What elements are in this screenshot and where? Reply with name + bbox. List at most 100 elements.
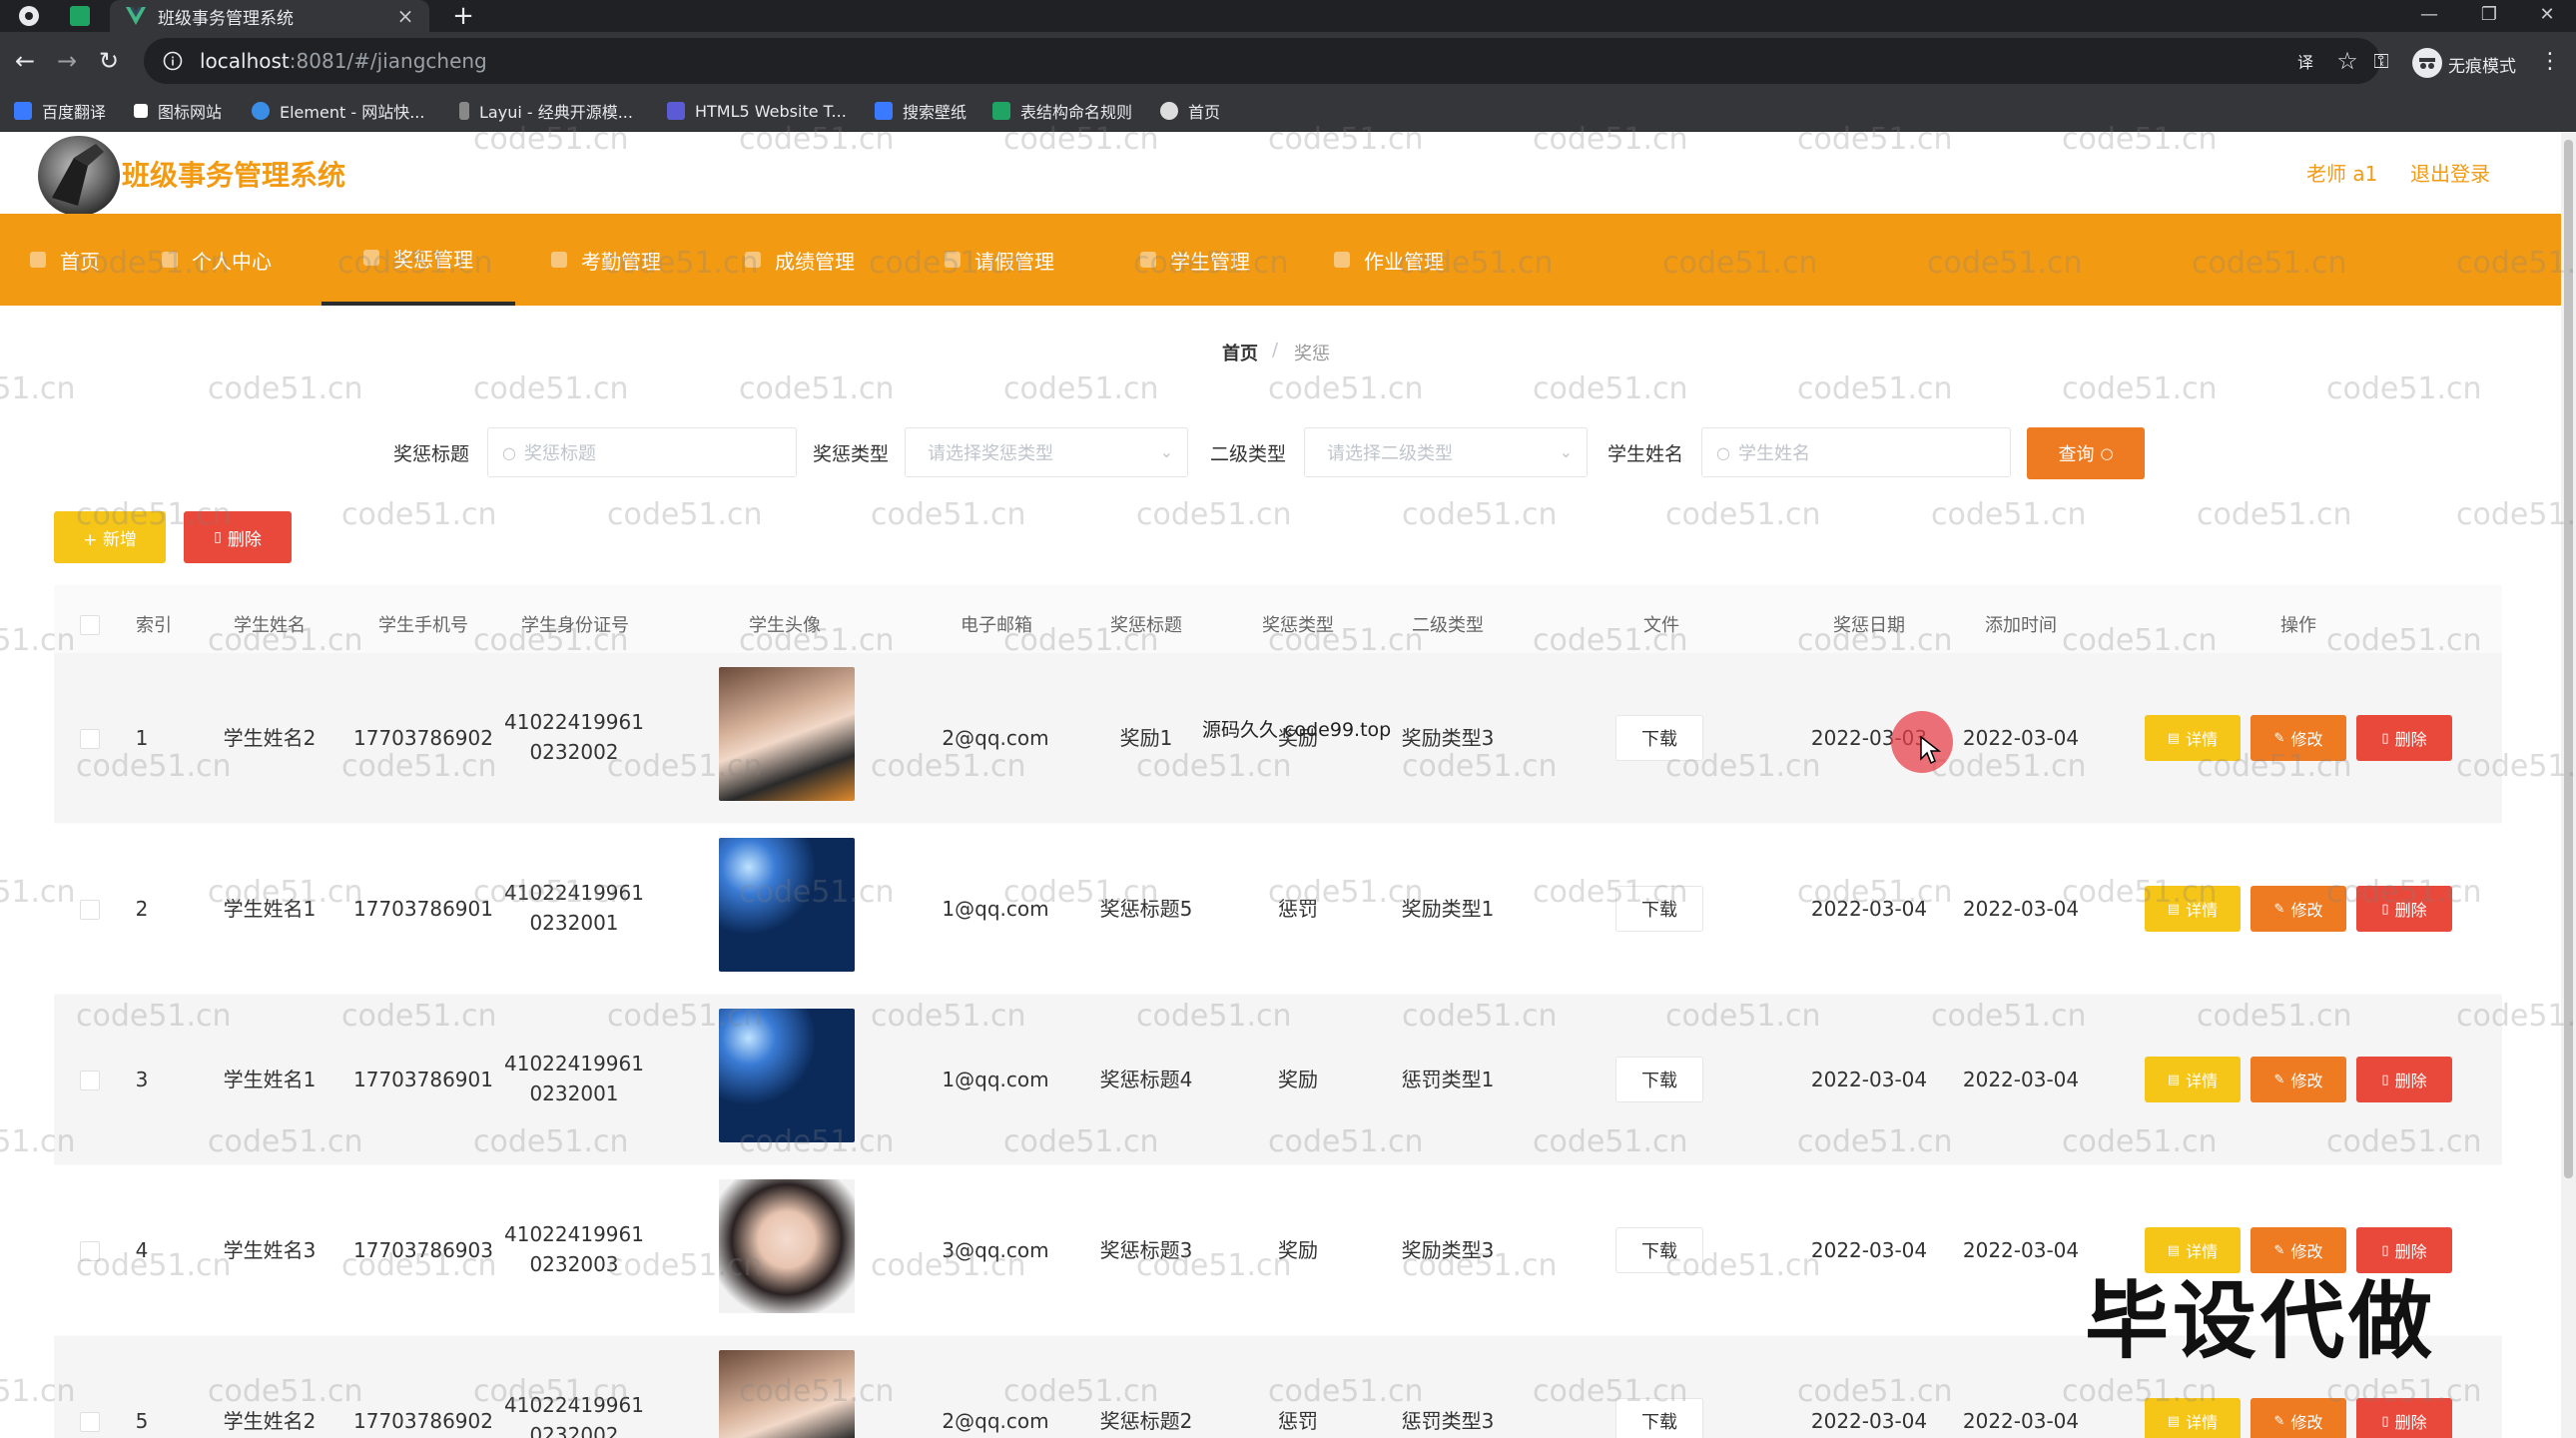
watermark-text: code51.cn xyxy=(739,371,895,406)
incognito-icon[interactable] xyxy=(2412,48,2442,78)
forward-icon[interactable]: → xyxy=(50,44,84,78)
edit-button[interactable]: ✎ 修改 xyxy=(2251,1057,2346,1102)
cell-title: 奖惩标题3 xyxy=(1099,1238,1193,1262)
cell-name: 学生姓名3 xyxy=(223,1238,317,1262)
more-menu-icon[interactable]: ⋮ xyxy=(2539,48,2561,74)
breadcrumb-separator: / xyxy=(1272,340,1279,360)
download-button[interactable]: 下载 xyxy=(1615,1227,1703,1273)
app-header: 班级事务管理系统 老师 a1 退出登录 xyxy=(0,132,2561,216)
scrollbar-thumb[interactable] xyxy=(2564,140,2573,1178)
bookmark-label: 首页 xyxy=(1188,103,1221,122)
th-added: 添加时间 xyxy=(1985,615,2057,636)
breadcrumb-home[interactable]: 首页 xyxy=(1222,340,1258,365)
query-button[interactable]: 查询 ○ xyxy=(2027,427,2145,479)
close-window-button[interactable]: ✕ xyxy=(2518,0,2576,32)
row-checkbox[interactable] xyxy=(80,900,100,920)
back-icon[interactable]: ← xyxy=(8,44,42,78)
add-button[interactable]: + 新增 xyxy=(54,511,166,563)
action-label: 详情 xyxy=(2186,730,2219,749)
bookmark-item[interactable]: 图标网站 xyxy=(134,96,222,126)
logout-link[interactable]: 退出登录 xyxy=(2410,158,2490,187)
tab-close-icon[interactable]: × xyxy=(393,4,417,28)
bookmark-item[interactable]: 表结构命名规则 xyxy=(992,96,1132,126)
filter-subtype-select[interactable]: 请选择二级类型 ⌄ xyxy=(1304,427,1588,477)
bookmark-item[interactable]: Element - 网站快... xyxy=(252,96,424,126)
chart-icon xyxy=(745,252,761,268)
nav-rewards[interactable]: 奖惩管理 xyxy=(322,214,515,306)
edit-button[interactable]: ✎ 修改 xyxy=(2251,715,2346,761)
row-checkbox[interactable] xyxy=(80,729,100,749)
row-delete-button[interactable]: ▯ 删除 xyxy=(2356,886,2452,932)
row-checkbox[interactable] xyxy=(80,1241,100,1261)
pinned-tab-icon[interactable] xyxy=(70,6,90,26)
wallpaper-icon xyxy=(875,102,893,120)
key-icon[interactable]: ⚿ xyxy=(2368,48,2394,74)
detail-button[interactable]: ▤ 详情 xyxy=(2145,1057,2241,1102)
watermark-text: code51.cn xyxy=(2197,497,2352,532)
row-checkbox[interactable] xyxy=(80,1412,100,1432)
row-delete-button[interactable]: ▯ 删除 xyxy=(2356,715,2452,761)
tab-active[interactable]: 班级事务管理系统 × xyxy=(110,0,429,32)
cell-title: 奖惩标题2 xyxy=(1099,1409,1193,1433)
translate-icon[interactable]: 译 xyxy=(2294,50,2316,72)
bookmark-item[interactable]: Layui - 经典开源模... xyxy=(459,96,633,126)
incognito-label: 无痕模式 xyxy=(2448,57,2516,77)
filter-name-input[interactable]: ○ 学生姓名 xyxy=(1701,427,2011,477)
watermark-text: code51.cn xyxy=(1931,497,2087,532)
watermark-text: code51.cn xyxy=(1665,497,1821,532)
filter-subtype-label: 二级类型 xyxy=(1210,443,1287,465)
vue-favicon-icon xyxy=(126,6,146,26)
chrome-logo-icon[interactable] xyxy=(18,5,40,27)
bookmark-item[interactable]: 首页 xyxy=(1160,96,1220,126)
row-delete-button[interactable]: ▯ 删除 xyxy=(2356,1057,2452,1102)
select-all-checkbox[interactable] xyxy=(80,615,100,635)
detail-button[interactable]: ▤ 详情 xyxy=(2145,1398,2241,1438)
nav-leave[interactable]: 请假管理 xyxy=(945,214,1054,306)
new-tab-button[interactable]: + xyxy=(447,0,479,32)
nav-home[interactable]: 首页 xyxy=(30,214,100,306)
th-actions: 操作 xyxy=(2280,615,2316,636)
download-button[interactable]: 下载 xyxy=(1615,886,1703,932)
nav-label: 成绩管理 xyxy=(775,249,855,274)
detail-button[interactable]: ▤ 详情 xyxy=(2145,715,2241,761)
minimize-button[interactable]: — xyxy=(2400,0,2458,32)
download-button[interactable]: 下载 xyxy=(1615,1398,1703,1438)
bookmark-item[interactable]: 百度翻译 xyxy=(14,96,106,126)
cell-email: 3@qq.com xyxy=(942,1238,1049,1262)
edit-button[interactable]: ✎ 修改 xyxy=(2251,886,2346,932)
nav-students[interactable]: 学生管理 xyxy=(1140,214,1250,306)
nav-label: 个人中心 xyxy=(192,249,272,274)
nav-profile[interactable]: 个人中心 xyxy=(162,214,272,306)
element-icon xyxy=(252,102,270,120)
cell-email: 2@qq.com xyxy=(942,726,1049,750)
input-placeholder: 学生姓名 xyxy=(1737,443,1810,464)
site-info-icon[interactable] xyxy=(162,50,184,72)
bookmark-item[interactable]: 搜索壁纸 xyxy=(875,96,966,126)
th-name: 学生姓名 xyxy=(234,615,306,636)
bookmark-star-icon[interactable]: ☆ xyxy=(2334,47,2360,75)
reload-icon[interactable]: ↻ xyxy=(92,44,126,78)
html5-icon xyxy=(667,102,685,120)
select-placeholder: 请选择奖惩类型 xyxy=(928,443,1053,464)
watermark-text: code51.cn xyxy=(607,497,763,532)
nav-attendance[interactable]: 考勤管理 xyxy=(551,214,661,306)
cell-name: 学生姓名1 xyxy=(223,1068,317,1091)
download-button[interactable]: 下载 xyxy=(1615,715,1703,761)
filter-title-input[interactable]: ○ 奖惩标题 xyxy=(487,427,797,477)
nav-homework[interactable]: 作业管理 xyxy=(1334,214,1444,306)
restore-button[interactable]: ❐ xyxy=(2460,0,2518,32)
watermark-text: code51.cn xyxy=(0,371,76,406)
chevron-down-icon: ⌄ xyxy=(1159,442,1173,461)
filter-type-select[interactable]: 请选择奖惩类型 ⌄ xyxy=(905,427,1188,477)
cell-title: 奖励1 xyxy=(1119,726,1173,750)
row-checkbox[interactable] xyxy=(80,1071,100,1090)
row-delete-button[interactable]: ▯ 删除 xyxy=(2356,1398,2452,1438)
bookmark-item[interactable]: HTML5 Website T... xyxy=(667,96,847,126)
detail-button[interactable]: ▤ 详情 xyxy=(2145,886,2241,932)
download-button[interactable]: 下载 xyxy=(1615,1057,1703,1102)
edit-button[interactable]: ✎ 修改 xyxy=(2251,1398,2346,1438)
address-bar[interactable]: localhost:8081/#/jiangcheng 译 ☆ xyxy=(144,38,2380,84)
bulk-delete-button[interactable]: ▯ 删除 xyxy=(184,511,292,563)
nav-grades[interactable]: 成绩管理 xyxy=(745,214,855,306)
watermark-text: code51.cn xyxy=(2326,371,2482,406)
